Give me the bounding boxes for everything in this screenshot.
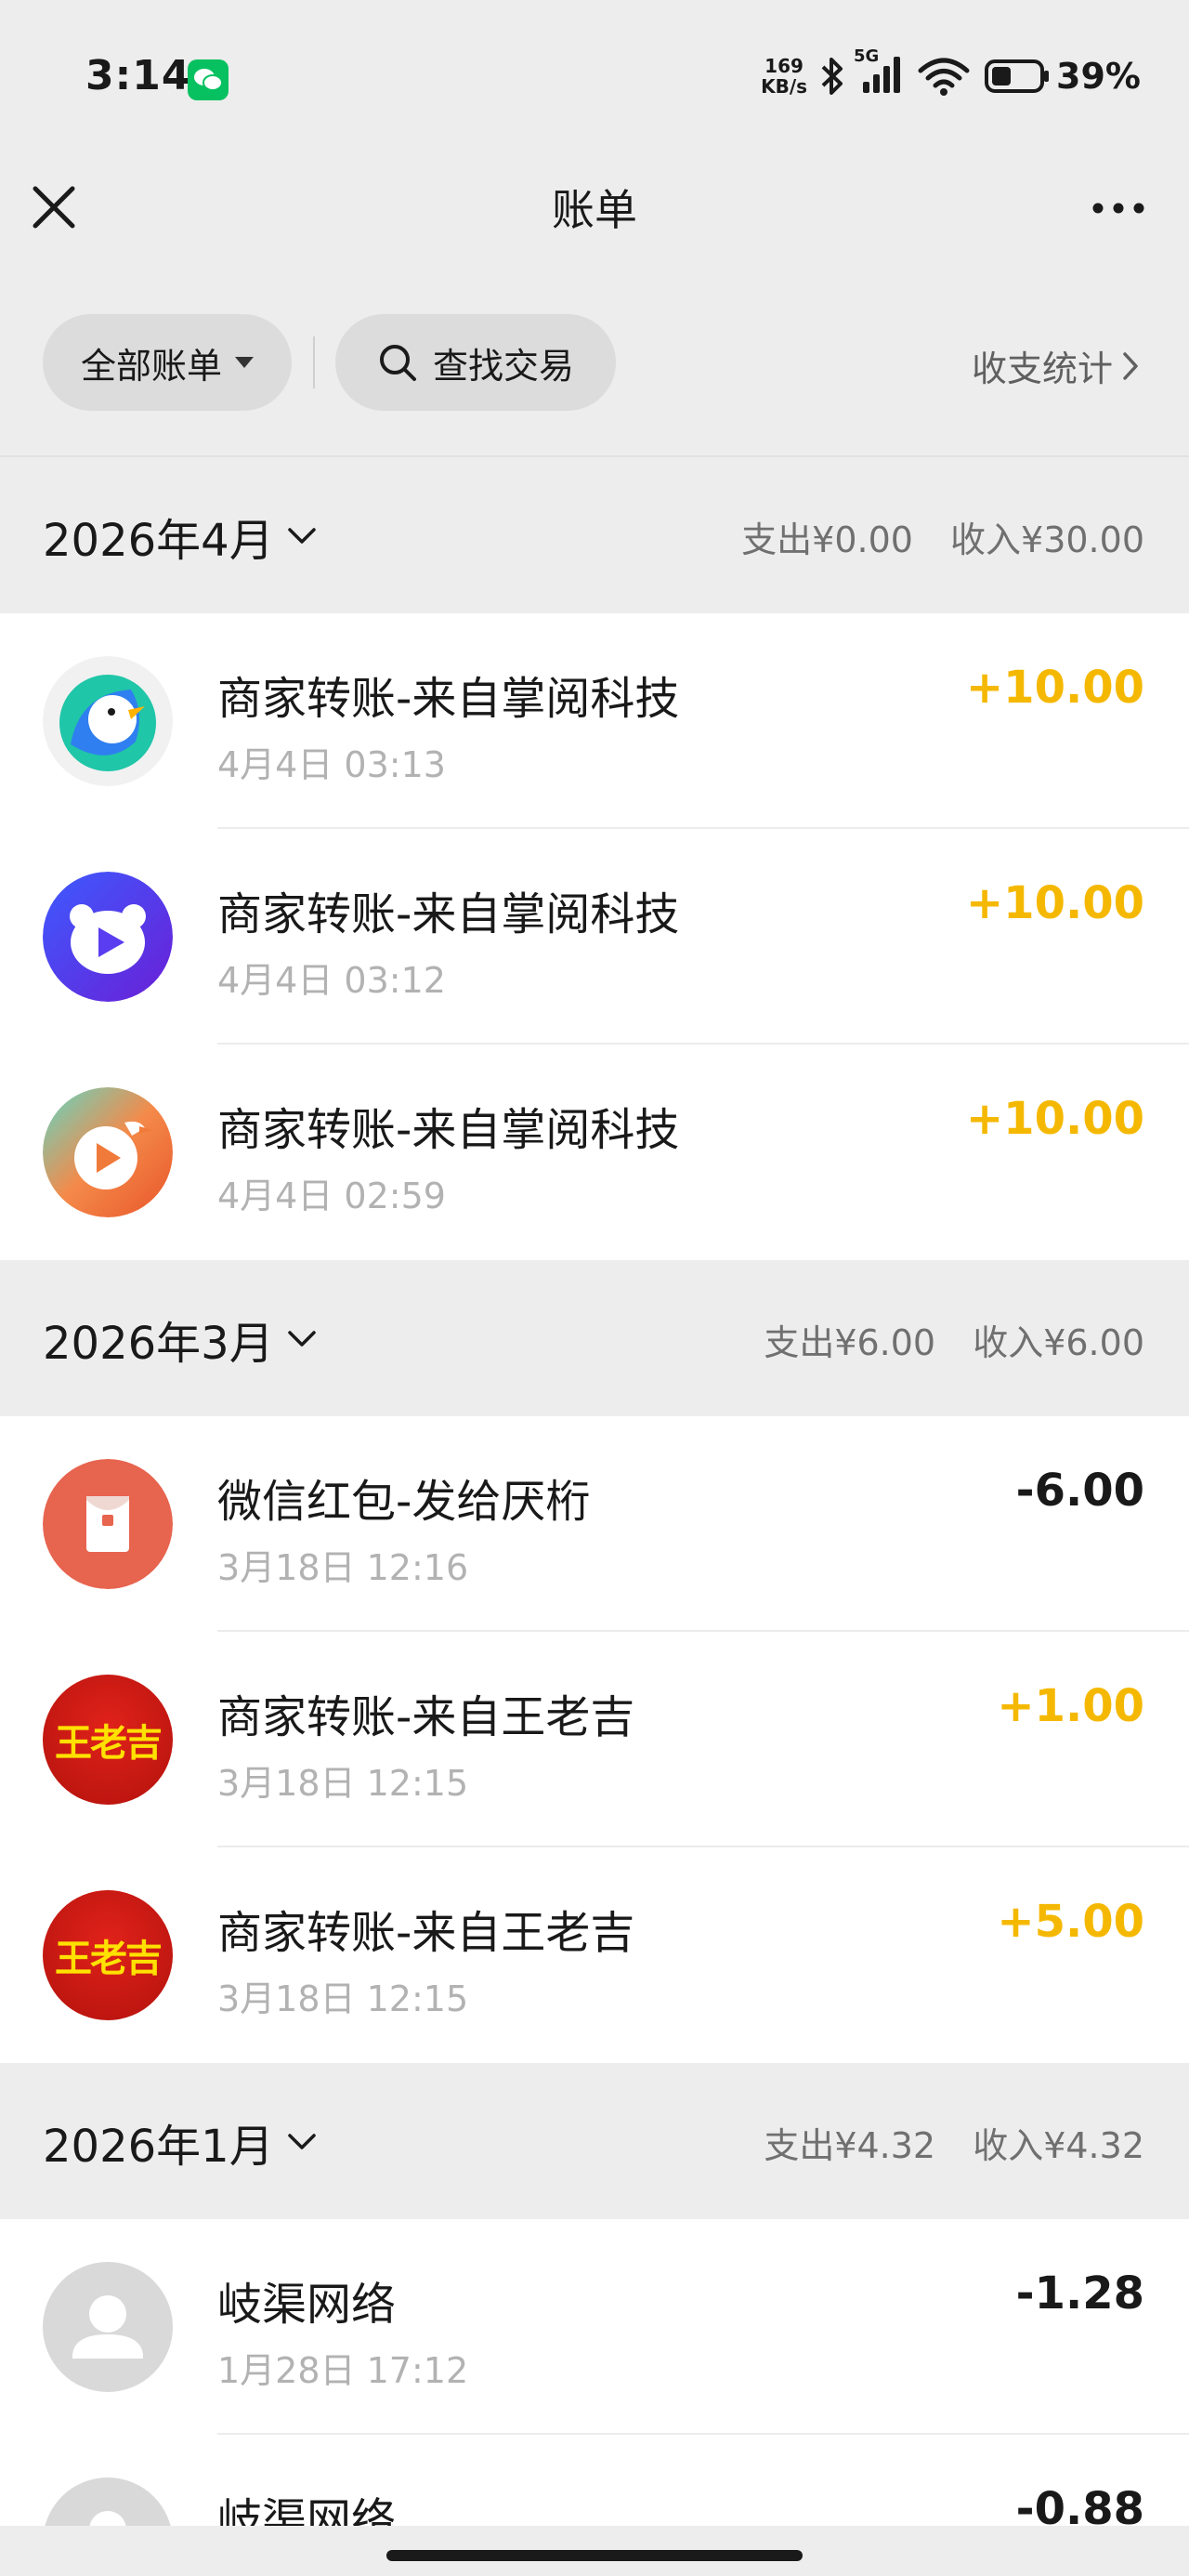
month-expense-total: 支出¥0.00 bbox=[741, 519, 913, 560]
navigation-bar: 账单 bbox=[0, 158, 1189, 260]
month-summary: 支出¥0.00 收入¥30.00 bbox=[741, 511, 1144, 562]
transaction-amount: +10.00 bbox=[965, 877, 1144, 929]
goose-app-icon bbox=[43, 656, 173, 786]
home-indicator[interactable] bbox=[386, 2550, 803, 2561]
goose-play-app-icon bbox=[43, 1087, 173, 1217]
transaction-row[interactable]: 商家转账-来自掌阅科技 4月4日 03:12 +10.00 bbox=[0, 829, 1189, 1045]
transaction-time: 4月4日 03:12 bbox=[217, 960, 446, 1001]
status-time: 3:14 bbox=[85, 52, 191, 99]
red-packet-icon bbox=[43, 1459, 173, 1589]
month-title: 2026年4月 bbox=[43, 515, 274, 567]
income-expense-stats-link[interactable]: 收支统计 bbox=[972, 340, 1139, 391]
transaction-list: 岐渠网络 1月28日 17:12 -1.28 岐渠网络 -0.88 bbox=[0, 2219, 1189, 2526]
month-expense-total: 支出¥6.00 bbox=[764, 1322, 936, 1363]
transaction-title: 岐渠网络 bbox=[217, 2494, 397, 2526]
chevron-down-icon bbox=[287, 1331, 316, 1347]
stats-label: 收支统计 bbox=[971, 348, 1113, 389]
transaction-title: 商家转账-来自掌阅科技 bbox=[217, 888, 680, 940]
transaction-title: 商家转账-来自王老吉 bbox=[217, 1691, 635, 1743]
transaction-time: 4月4日 03:13 bbox=[217, 744, 446, 785]
transaction-amount: -1.28 bbox=[1015, 2267, 1144, 2320]
month-title: 2026年1月 bbox=[43, 2121, 274, 2173]
wechat-notification-icon bbox=[188, 59, 229, 100]
wanglaoji-logo-avatar: 王老吉 bbox=[43, 1890, 173, 2020]
default-user-icon bbox=[43, 2477, 173, 2526]
chevron-down-icon bbox=[287, 2134, 316, 2149]
transaction-amount: +5.00 bbox=[997, 1896, 1144, 1948]
transaction-time: 3月18日 12:15 bbox=[217, 1763, 469, 1804]
transaction-row[interactable]: 商家转账-来自掌阅科技 4月4日 02:59 +10.00 bbox=[0, 1045, 1189, 1260]
filter-row: 全部账单 查找交易 收支统计 bbox=[0, 314, 1189, 411]
transaction-row[interactable]: 王老吉 商家转账-来自王老吉 3月18日 12:15 +1.00 bbox=[0, 1632, 1189, 1847]
network-speed: 169 KB/s bbox=[761, 56, 807, 97]
default-user-icon bbox=[43, 2262, 173, 2392]
search-icon bbox=[379, 345, 416, 381]
month-header: 2026年4月 支出¥0.00 收入¥30.00 bbox=[0, 457, 1189, 613]
wifi-icon bbox=[918, 58, 970, 96]
month-selector[interactable]: 2026年3月 bbox=[43, 1307, 317, 1372]
network-speed-unit: KB/s bbox=[761, 75, 808, 98]
cellular-signal: 5G bbox=[854, 46, 904, 99]
month-selector[interactable]: 2026年4月 bbox=[43, 504, 317, 569]
chevron-down-icon bbox=[287, 528, 316, 544]
transaction-list: 商家转账-来自掌阅科技 4月4日 03:13 +10.00 商家转账-来自掌阅科… bbox=[0, 613, 1189, 1260]
month-income-total: 收入¥30.00 bbox=[950, 519, 1144, 560]
month-header: 2026年1月 支出¥4.32 收入¥4.32 bbox=[0, 2063, 1189, 2219]
transaction-list: 微信红包-发给厌桁 3月18日 12:16 -6.00 王老吉 商家转账-来自王… bbox=[0, 1416, 1189, 2063]
transaction-time: 4月4日 02:59 bbox=[217, 1176, 446, 1216]
chevron-right-icon bbox=[1123, 351, 1138, 380]
month-header: 2026年3月 支出¥6.00 收入¥6.00 bbox=[0, 1260, 1189, 1416]
transaction-title: 商家转账-来自王老吉 bbox=[217, 1907, 635, 1959]
transaction-row[interactable]: 微信红包-发给厌桁 3月18日 12:16 -6.00 bbox=[0, 1416, 1189, 1632]
transaction-row[interactable]: 王老吉 商家转账-来自王老吉 3月18日 12:15 +5.00 bbox=[0, 1847, 1189, 2063]
bear-play-app-icon bbox=[43, 872, 173, 1002]
month-income-total: 收入¥4.32 bbox=[973, 2125, 1144, 2166]
status-bar: 3:14 169 KB/s 5G 39% bbox=[0, 0, 1189, 158]
page-title: 账单 bbox=[552, 185, 637, 235]
all-bills-label: 全部账单 bbox=[80, 345, 222, 387]
transaction-amount: +1.00 bbox=[997, 1680, 1144, 1732]
transaction-time: 3月18日 12:15 bbox=[217, 1978, 469, 2019]
transaction-title: 岐渠网络 bbox=[217, 2279, 397, 2331]
month-summary: 支出¥4.32 收入¥4.32 bbox=[764, 2117, 1144, 2168]
more-options-icon[interactable] bbox=[1085, 191, 1152, 225]
bluetooth-icon bbox=[821, 58, 843, 95]
transaction-time: 3月18日 12:16 bbox=[217, 1547, 469, 1588]
transaction-row[interactable]: 岐渠网络 -0.88 bbox=[0, 2435, 1189, 2526]
search-transactions-button[interactable]: 查找交易 bbox=[335, 314, 616, 411]
transaction-amount: +10.00 bbox=[965, 662, 1144, 714]
filter-divider bbox=[313, 336, 315, 388]
transaction-title: 微信红包-发给厌桁 bbox=[217, 1476, 591, 1528]
transaction-time: 1月28日 17:12 bbox=[217, 2350, 469, 2391]
transaction-row[interactable]: 岐渠网络 1月28日 17:12 -1.28 bbox=[0, 2219, 1189, 2435]
battery-icon bbox=[985, 59, 1050, 93]
dropdown-caret-icon bbox=[235, 357, 254, 368]
transaction-amount: -6.00 bbox=[1015, 1465, 1144, 1517]
transaction-title: 商家转账-来自掌阅科技 bbox=[217, 1104, 680, 1156]
month-expense-total: 支出¥4.32 bbox=[764, 2125, 936, 2166]
all-bills-filter-button[interactable]: 全部账单 bbox=[43, 314, 292, 411]
network-speed-value: 169 bbox=[764, 55, 804, 77]
transaction-amount: +10.00 bbox=[965, 1093, 1144, 1145]
month-title: 2026年3月 bbox=[43, 1318, 274, 1370]
gesture-bar bbox=[0, 2526, 1189, 2576]
wanglaoji-logo-avatar: 王老吉 bbox=[43, 1675, 173, 1805]
transaction-title: 商家转账-来自掌阅科技 bbox=[217, 673, 680, 725]
status-indicators: 169 KB/s 5G 39% bbox=[761, 46, 1141, 104]
transaction-row[interactable]: 商家转账-来自掌阅科技 4月4日 03:13 +10.00 bbox=[0, 613, 1189, 829]
month-selector[interactable]: 2026年1月 bbox=[43, 2109, 317, 2175]
search-label: 查找交易 bbox=[432, 345, 574, 387]
battery-percent: 39% bbox=[1056, 56, 1141, 97]
month-income-total: 收入¥6.00 bbox=[973, 1322, 1144, 1363]
month-summary: 支出¥6.00 收入¥6.00 bbox=[764, 1314, 1144, 1365]
transaction-amount: -0.88 bbox=[1015, 2483, 1144, 2526]
network-type-label: 5G bbox=[854, 46, 880, 66]
